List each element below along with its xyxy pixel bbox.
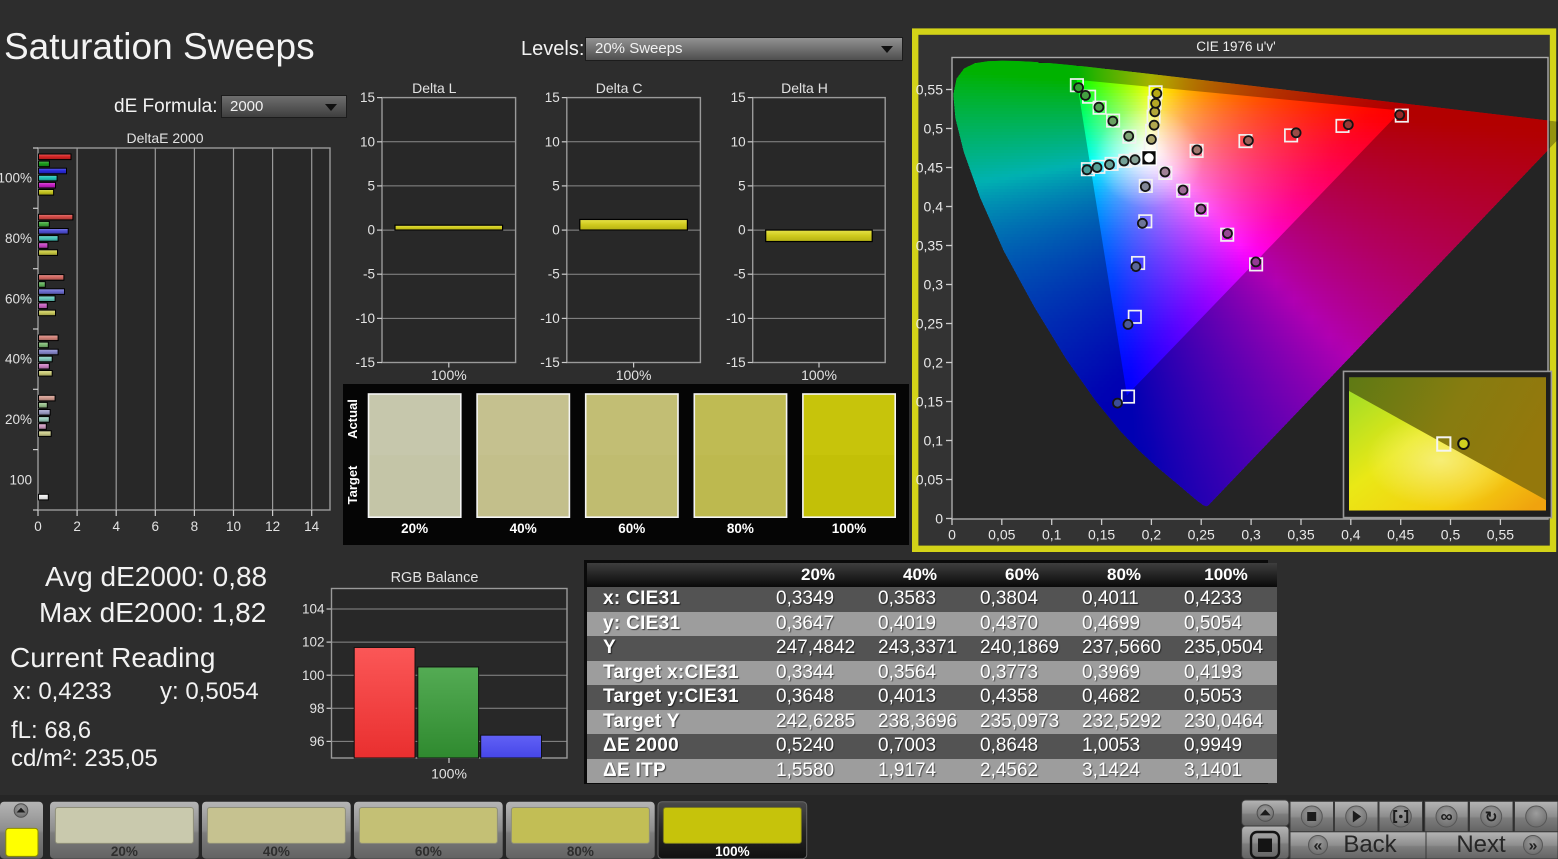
svg-text:»: » [1529,838,1538,855]
svg-text:2: 2 [73,519,81,534]
svg-text:0: 0 [935,511,943,527]
svg-text:0,5: 0,5 [1441,527,1461,543]
svg-text:0,55: 0,55 [916,82,943,98]
svg-text:0,35: 0,35 [916,238,943,254]
svg-text:100%: 100% [801,367,837,383]
svg-text:8: 8 [191,519,199,534]
svg-text:0: 0 [948,527,956,543]
svg-text:-10: -10 [355,311,375,326]
svg-text:98: 98 [309,701,324,716]
svg-text:0,25: 0,25 [1188,527,1215,543]
svg-text:15: 15 [545,90,560,105]
svg-text:0,55: 0,55 [1487,527,1514,543]
svg-text:20%: 20% [401,521,428,536]
svg-text:15: 15 [360,90,375,105]
svg-text:0: 0 [367,223,375,238]
svg-text:-5: -5 [363,267,375,282]
svg-text:0,45: 0,45 [1387,527,1414,543]
svg-text:5: 5 [552,178,560,193]
svg-text:20%: 20% [111,844,138,859]
svg-text:100%: 100% [0,171,32,186]
svg-text:40%: 40% [5,352,32,367]
svg-text:5: 5 [738,178,746,193]
svg-text:0: 0 [34,519,42,534]
svg-text:10: 10 [226,519,241,534]
svg-text:80%: 80% [5,231,32,246]
svg-text:0,3: 0,3 [1241,527,1261,543]
svg-text:∞: ∞ [1440,807,1452,826]
svg-text:↻: ↻ [1485,809,1498,826]
svg-text:10: 10 [731,134,746,149]
svg-text:0,15: 0,15 [916,394,943,410]
svg-text:20%: 20% [5,412,32,427]
svg-text:100%: 100% [832,521,867,536]
svg-text:10: 10 [360,134,375,149]
svg-text:80%: 80% [567,844,594,859]
svg-text:60%: 60% [5,291,32,306]
svg-text:100%: 100% [715,844,750,859]
svg-text:Actual: Actual [345,399,360,439]
svg-text:Back: Back [1343,831,1397,858]
svg-text:0,4: 0,4 [1341,527,1361,543]
svg-text:0,4: 0,4 [924,199,944,215]
svg-text:100%: 100% [431,367,467,383]
svg-text:0,2: 0,2 [924,355,944,371]
svg-text:100%: 100% [616,367,652,383]
svg-text:0,1: 0,1 [924,433,944,449]
svg-text:Delta C: Delta C [596,80,643,96]
svg-text:14: 14 [304,519,320,534]
svg-text:4: 4 [112,519,120,534]
svg-text:0,45: 0,45 [916,160,943,176]
svg-text:Target: Target [345,465,360,504]
svg-text:0: 0 [552,223,560,238]
svg-text:100: 100 [9,472,32,487]
svg-text:5: 5 [367,178,375,193]
svg-text:96: 96 [309,734,324,749]
svg-text:RGB Balance: RGB Balance [391,570,479,586]
svg-text:-15: -15 [540,355,560,370]
svg-text:12: 12 [265,519,280,534]
svg-text:«: « [1314,838,1323,855]
svg-text:80%: 80% [727,521,754,536]
svg-text:0: 0 [738,223,746,238]
svg-text:Delta L: Delta L [412,80,457,96]
svg-text:0,15: 0,15 [1088,527,1115,543]
svg-text:15: 15 [731,90,746,105]
svg-text:CIE 1976 u'v': CIE 1976 u'v' [1196,39,1275,54]
svg-text:DeltaE 2000: DeltaE 2000 [126,130,203,146]
svg-text:Next: Next [1456,831,1506,858]
svg-text:10: 10 [545,134,560,149]
svg-text:104: 104 [302,602,325,617]
svg-text:102: 102 [302,635,325,650]
svg-text:-10: -10 [726,311,746,326]
svg-text:Delta H: Delta H [781,80,828,96]
svg-text:0,1: 0,1 [1042,527,1062,543]
svg-text:0,5: 0,5 [924,121,944,137]
svg-text:-5: -5 [548,267,560,282]
svg-text:0,35: 0,35 [1287,527,1314,543]
svg-text:60%: 60% [618,521,645,536]
svg-text:-5: -5 [734,267,746,282]
svg-text:60%: 60% [415,844,442,859]
svg-text:100%: 100% [431,766,467,782]
svg-text:-15: -15 [726,355,746,370]
svg-text:6: 6 [152,519,160,534]
svg-text:-15: -15 [355,355,375,370]
svg-text:100: 100 [302,668,325,683]
svg-text:0,3: 0,3 [924,277,944,293]
svg-text:0,25: 0,25 [916,316,943,332]
svg-text:0,2: 0,2 [1142,527,1162,543]
svg-text:0,05: 0,05 [916,472,943,488]
svg-text:-10: -10 [540,311,560,326]
svg-text:40%: 40% [263,844,290,859]
svg-text:0,05: 0,05 [988,527,1015,543]
svg-text:40%: 40% [510,521,537,536]
